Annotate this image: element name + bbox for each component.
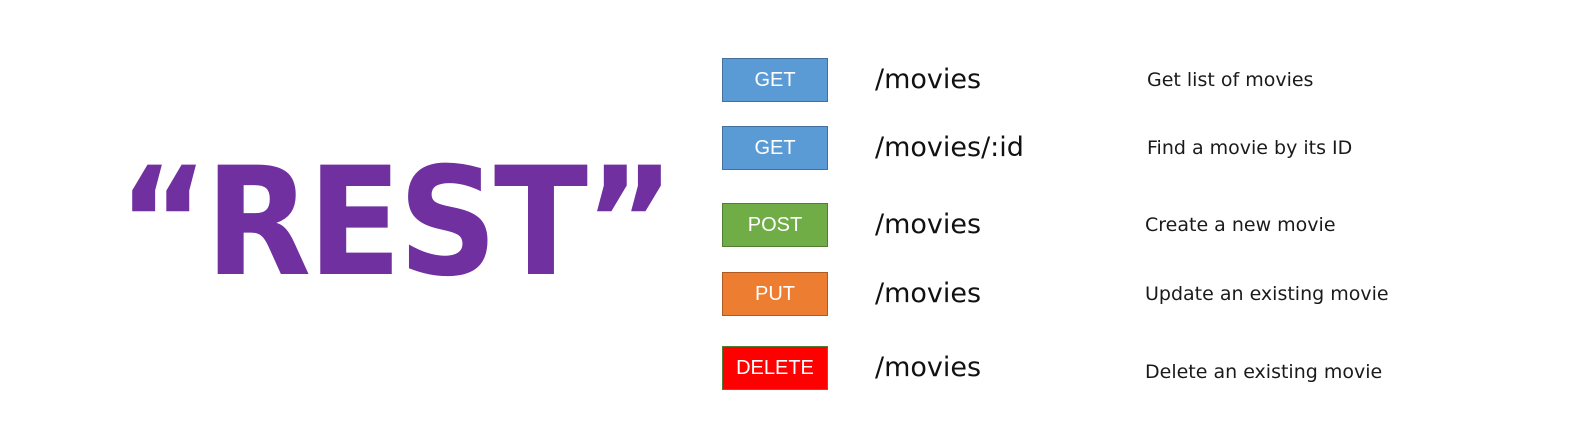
method-badge-put: PUT [722, 272, 828, 316]
route-row-get-movie-by-id: GET /movies/:id Find a movie by its ID [0, 126, 1572, 174]
route-path: /movies/:id [875, 132, 1024, 163]
routes-table: GET /movies Get list of movies GET /movi… [0, 0, 1572, 446]
route-row-put-movies: PUT /movies Update an existing movie [0, 272, 1572, 320]
method-badge-get: GET [722, 126, 828, 170]
route-path: /movies [875, 278, 982, 309]
route-description: Create a new movie [1145, 214, 1336, 236]
route-path: /movies [875, 352, 982, 383]
route-row-post-movies: POST /movies Create a new movie [0, 203, 1572, 251]
route-row-delete-movies: DELETE /movies Delete an existing movie [0, 346, 1572, 394]
route-path: /movies [875, 64, 982, 95]
route-description: Get list of movies [1147, 69, 1314, 91]
route-row-get-movies: GET /movies Get list of movies [0, 58, 1572, 106]
route-description: Find a movie by its ID [1147, 137, 1353, 159]
method-badge-post: POST [722, 203, 828, 247]
route-description: Delete an existing movie [1145, 361, 1383, 383]
route-path: /movies [875, 209, 982, 240]
route-description: Update an existing movie [1145, 283, 1389, 305]
method-badge-get: GET [722, 58, 828, 102]
method-badge-delete: DELETE [722, 346, 828, 390]
